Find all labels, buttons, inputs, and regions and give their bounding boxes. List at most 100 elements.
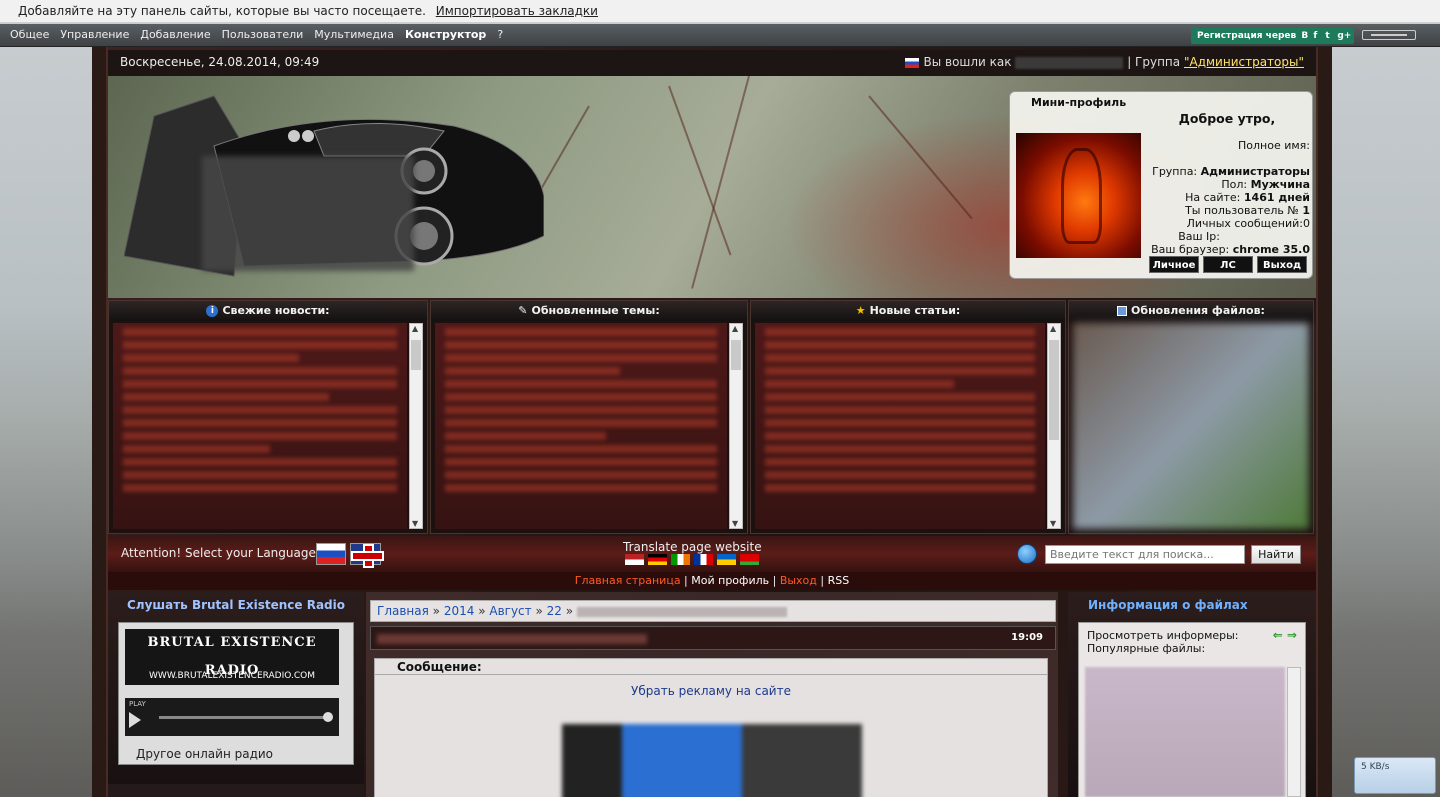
topics-list[interactable] [435, 323, 727, 529]
right-column: Информация о файлах Просмотреть информер… [1068, 592, 1316, 797]
russian-flag-icon[interactable] [316, 543, 346, 565]
user-number-row: Ты пользователь № 1 [1185, 204, 1310, 217]
greeting: Доброе утро, [1178, 111, 1276, 126]
files-scrollbar[interactable] [1287, 667, 1301, 797]
english-flag-icon[interactable] [350, 543, 384, 568]
french-flag-icon[interactable] [694, 554, 714, 565]
italian-flag-icon[interactable] [671, 554, 691, 565]
personal-button[interactable]: Личное [1149, 256, 1199, 273]
top-info-line: Воскресенье, 24.08.2014, 09:49 Вы вошли … [108, 50, 1316, 76]
nav-logout[interactable]: Выход [780, 574, 817, 587]
bookmark-bar: Добавляйте на эту панель сайты, которые … [0, 0, 1440, 23]
messages-row: Личных сообщений:0 [1186, 217, 1310, 230]
nav-home[interactable]: Главная страница [575, 574, 681, 587]
play-label: PLAY [129, 700, 146, 708]
twitter-icon[interactable]: t [1325, 28, 1335, 44]
search-icon [1017, 544, 1037, 564]
admin-menu-users[interactable]: Пользователи [222, 24, 304, 46]
nav-profile[interactable]: Мой профиль [691, 574, 769, 587]
entry-header: 19:09 [370, 626, 1056, 650]
german-flag-icon[interactable] [648, 554, 668, 565]
admin-menu-multimedia[interactable]: Мультимедиа [314, 24, 394, 46]
news-scrollbar[interactable] [409, 323, 423, 529]
bookmark-bar-text: Добавляйте на эту панель сайты, которые … [18, 4, 426, 18]
logo-blurred [202, 156, 414, 271]
breadcrumb-title-blurred [576, 606, 787, 617]
search-input[interactable] [1045, 545, 1245, 564]
radio-widget: BRUTAL EXISTENCE RADIO WWW.BRUTALEXISTEN… [118, 622, 354, 765]
message-image[interactable] [562, 724, 862, 797]
radio-url: WWW.BRUTALEXISTENCERADIO.COM [149, 671, 315, 681]
files-update-block: Обновления файлов: [1068, 300, 1314, 534]
logged-in-info: Вы вошли как | Группа "Администраторы" [905, 50, 1304, 74]
mini-profile-title: Мини-профиль [1031, 96, 1127, 109]
admin-menu-add[interactable]: Добавление [140, 24, 210, 46]
facebook-icon[interactable]: f [1313, 28, 1323, 44]
popular-files-list[interactable] [1085, 667, 1285, 797]
arrow-nav-icon[interactable]: ⇐ ⇒ [1273, 629, 1297, 642]
articles-list[interactable] [755, 323, 1045, 529]
info-icon: i [206, 305, 219, 317]
pm-button[interactable]: ЛС [1203, 256, 1253, 273]
translate-label: Translate page website [623, 540, 762, 554]
main-nav: Главная страница | Мой профиль | Выход |… [108, 572, 1316, 590]
admin-menu-management[interactable]: Управление [60, 24, 129, 46]
star-icon: ★ [855, 304, 866, 317]
full-name-label: Полное имя: [1238, 139, 1310, 152]
radio-title: Слушать Brutal Existence Radio [126, 598, 346, 612]
entry-title-blurred [377, 634, 647, 644]
center-column: Главная » 2014 » Август » 22 » 19:09 Соо… [366, 592, 1058, 797]
files-info-box: Просмотреть информеры: Популярные файлы:… [1078, 622, 1306, 797]
logout-button[interactable]: Выход [1257, 256, 1307, 273]
browser-row: Ваш браузер: chrome 35.0 [1151, 243, 1310, 256]
speed-value: 5 KB/s [1361, 762, 1390, 772]
breadcrumb-home[interactable]: Главная [377, 604, 429, 618]
files-info-title: Информация о файлах [1088, 598, 1248, 612]
breadcrumb: Главная » 2014 » Август » 22 » [370, 600, 1056, 622]
topics-scrollbar[interactable] [729, 323, 743, 529]
left-column: Слушать Brutal Existence Radio BRUTAL EX… [108, 592, 364, 797]
volume-slider[interactable] [159, 712, 333, 722]
play-icon[interactable] [129, 712, 141, 728]
ip-row: Ваш Ip: [1178, 230, 1220, 243]
breadcrumb-year[interactable]: 2014 [444, 604, 475, 618]
group-row: Группа: Администраторы [1152, 165, 1310, 178]
admin-menu-general[interactable]: Общее [10, 24, 49, 46]
vk-icon[interactable]: B [1301, 28, 1311, 44]
remove-ads-link[interactable]: Убрать рекламу на сайте [375, 684, 1047, 698]
google-plus-icon[interactable]: g+ [1337, 28, 1351, 44]
group-link[interactable]: "Администраторы" [1184, 55, 1304, 69]
current-date: Воскресенье, 24.08.2014, 09:49 [120, 55, 320, 69]
breadcrumb-month[interactable]: Август [489, 604, 531, 618]
nav-rss[interactable]: RSS [828, 574, 850, 587]
breadcrumb-day[interactable]: 22 [547, 604, 562, 618]
translate-widget: Translate page website [623, 540, 762, 568]
pencil-icon: ✎ [518, 304, 528, 317]
ukrainian-flag-icon[interactable] [717, 554, 737, 565]
panel-slider-handle[interactable] [1362, 30, 1416, 40]
articles-block: ★ Новые статьи: [750, 300, 1066, 534]
avatar[interactable] [1016, 133, 1141, 258]
other-radio-link[interactable]: Другое онлайн радио [136, 747, 273, 761]
entry-time: 19:09 [1011, 632, 1043, 643]
us-flag-icon[interactable] [625, 554, 645, 565]
admin-menu-help[interactable]: ? [497, 24, 503, 46]
view-informers-label: Просмотреть информеры: [1087, 629, 1239, 642]
admin-menu-constructor[interactable]: Конструктор [405, 24, 486, 46]
radio-player: PLAY [125, 698, 339, 736]
days-row: На сайте: 1461 дней [1185, 191, 1310, 204]
news-list[interactable] [113, 323, 407, 529]
network-speed-widget[interactable]: 5 KB/s [1354, 757, 1436, 794]
mini-profile: Мини-профиль Доброе утро, Полное имя: Гр… [1009, 91, 1313, 279]
topics-block: ✎ Обновленные темы: [430, 300, 748, 534]
language-prompt: Attention! Select your Language - [121, 546, 325, 560]
news-block: i Свежие новости: [108, 300, 428, 534]
message-header: Сообщение: [375, 659, 1047, 675]
files-update-preview[interactable] [1073, 323, 1309, 529]
search-button[interactable]: Найти [1251, 545, 1301, 564]
register-via-social[interactable]: Регистрация черев Bf t g+ [1191, 28, 1354, 44]
articles-scrollbar[interactable] [1047, 323, 1061, 529]
disk-icon [1117, 306, 1128, 316]
import-bookmarks-link[interactable]: Импортировать закладки [436, 4, 598, 18]
belarus-flag-icon[interactable] [740, 554, 760, 565]
